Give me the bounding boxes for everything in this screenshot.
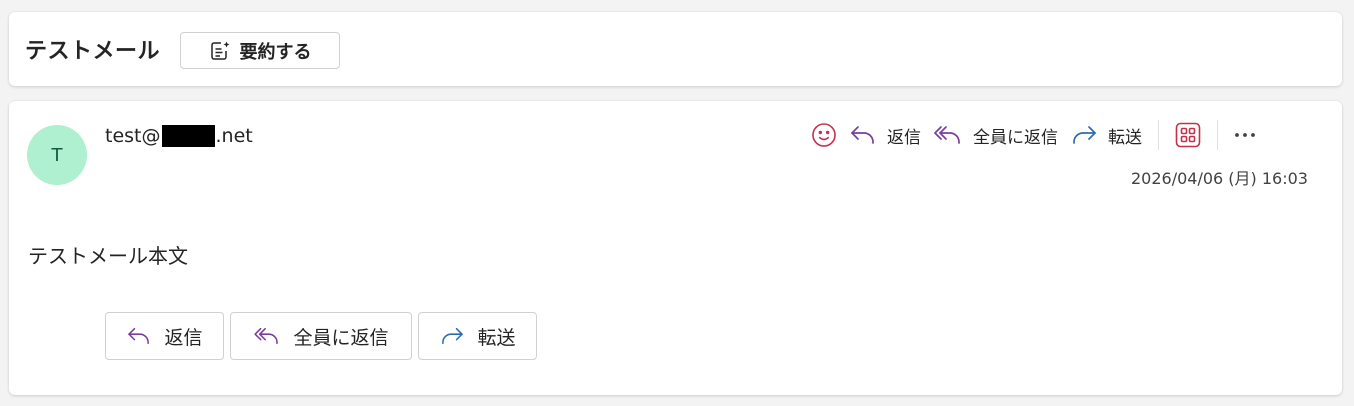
- subject-card: テストメール 要約する: [9, 12, 1342, 86]
- message-card: T test@ .net 返信 全員に返信 転送 2026/04/06 (月) …: [9, 101, 1342, 395]
- bottom-reply-button[interactable]: 返信: [105, 312, 224, 360]
- message-timestamp: 2026/04/06 (月) 16:03: [1131, 169, 1308, 188]
- sender-suffix: .net: [215, 125, 253, 147]
- reply-icon: [126, 326, 152, 346]
- reply-label: 返信: [887, 127, 921, 148]
- bottom-reply-all-button[interactable]: 全員に返信: [230, 312, 412, 360]
- bottom-reply-all-label: 全員に返信: [293, 326, 389, 349]
- reply-button[interactable]: 返信: [843, 117, 927, 153]
- more-options-button[interactable]: [1228, 117, 1262, 153]
- bottom-reply-label: 返信: [164, 326, 203, 349]
- reply-all-icon: [253, 326, 281, 346]
- forward-icon: [439, 326, 465, 346]
- message-toolbar: 返信 全員に返信 転送: [805, 117, 1262, 153]
- avatar[interactable]: T: [27, 125, 87, 185]
- sender-prefix: test@: [105, 125, 161, 147]
- forward-label: 転送: [1108, 127, 1142, 148]
- forward-icon: [1070, 124, 1098, 146]
- summary-icon: [209, 40, 231, 62]
- emoji-button[interactable]: [805, 117, 843, 153]
- apps-icon: [1175, 122, 1201, 148]
- redacted-block: [161, 125, 215, 147]
- emoji-icon: [811, 122, 837, 148]
- more-icon: [1234, 132, 1256, 138]
- bottom-actions: 返信 全員に返信 転送: [105, 312, 537, 360]
- reply-all-label: 全員に返信: [973, 127, 1058, 148]
- toolbar-divider: [1158, 120, 1159, 150]
- reply-icon: [849, 124, 877, 146]
- forward-button[interactable]: 転送: [1064, 117, 1148, 153]
- bottom-forward-button[interactable]: 転送: [418, 312, 537, 360]
- sender-address[interactable]: test@ .net: [105, 125, 253, 147]
- apps-button[interactable]: [1169, 117, 1207, 153]
- reply-all-icon: [933, 124, 963, 146]
- summarize-label: 要約する: [239, 41, 312, 63]
- reply-all-button[interactable]: 全員に返信: [927, 117, 1064, 153]
- bottom-forward-label: 転送: [477, 326, 516, 349]
- message-body: テストメール本文: [28, 244, 188, 268]
- avatar-initial: T: [51, 144, 63, 166]
- summarize-button[interactable]: 要約する: [180, 32, 340, 69]
- toolbar-divider: [1217, 120, 1218, 150]
- subject-title: テストメール: [25, 39, 161, 64]
